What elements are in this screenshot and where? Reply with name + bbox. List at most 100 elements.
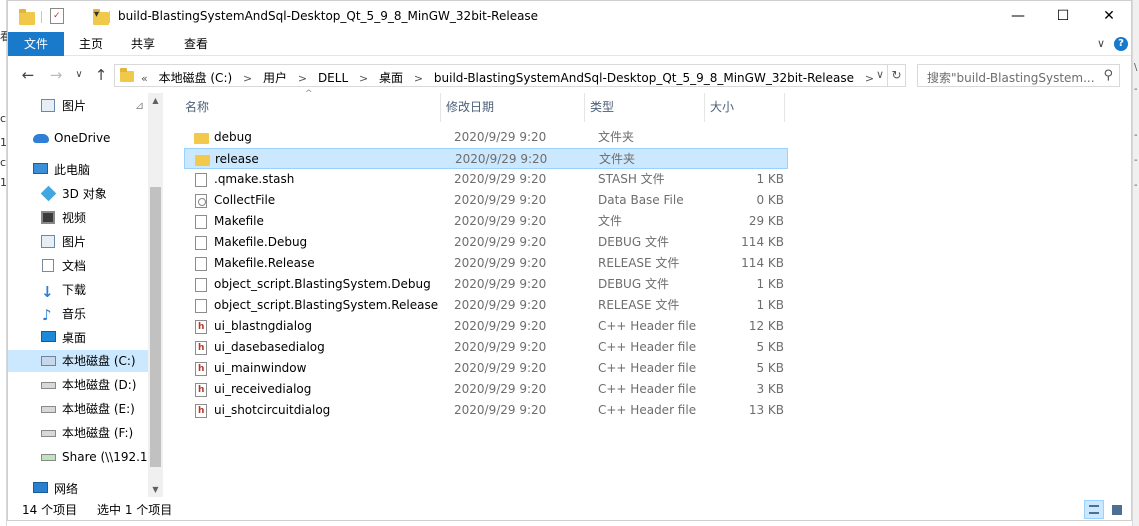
search-input[interactable]: 搜索"build-BlastingSystem... ⚲ [917, 64, 1120, 87]
column-divider[interactable] [440, 93, 441, 122]
crumb-users[interactable]: 用户 [263, 71, 287, 85]
nav-pane-scrollbar[interactable]: ▲ ▼ [148, 93, 163, 497]
file-row[interactable]: object_script.BlastingSystem.Debug 2020/9… [184, 274, 788, 295]
nav-item-label: 本地磁盘 (F:) [62, 426, 134, 440]
nav-item-pictures[interactable]: 图片 [8, 231, 148, 253]
file-icon [195, 278, 207, 292]
file-name: ui_blastngdialog [214, 319, 313, 333]
crumb-drive-c[interactable]: 本地磁盘 (C:) [159, 71, 233, 85]
column-divider[interactable] [704, 93, 705, 122]
column-divider[interactable] [584, 93, 585, 122]
file-date: 2020/9/29 9:20 [454, 340, 547, 354]
nav-item-documents[interactable]: 文档 [8, 255, 148, 277]
quick-access-dropdown[interactable]: ▾ [94, 9, 99, 27]
file-size: 29 KB [748, 214, 784, 228]
crumb-desktop[interactable]: 桌面 [379, 71, 403, 85]
file-row[interactable]: .qmake.stash 2020/9/29 9:20 STASH 文件 1 KB [184, 169, 788, 190]
forward-button[interactable]: → [46, 65, 66, 85]
chevron-right-icon[interactable]: > [298, 72, 307, 85]
file-row[interactable]: object_script.BlastingSystem.Release 2020… [184, 295, 788, 316]
nav-item-share[interactable]: Share (\\192.16 [8, 446, 148, 468]
nav-item-drive-f[interactable]: 本地磁盘 (F:) [8, 422, 148, 444]
nav-item-label: 视频 [62, 211, 87, 225]
scroll-up-arrow-icon[interactable]: ▲ [148, 96, 163, 105]
file-date: 2020/9/29 9:20 [454, 193, 547, 207]
file-row[interactable]: Makefile.Release 2020/9/29 9:20 RELEASE 文件… [184, 253, 788, 274]
nav-item-drive-e[interactable]: 本地磁盘 (E:) [8, 398, 148, 420]
crumb-dell[interactable]: DELL [318, 71, 348, 85]
file-row[interactable]: Makefile 2020/9/29 9:20 文件 29 KB [184, 211, 788, 232]
close-button[interactable]: ✕ [1086, 1, 1132, 32]
column-header-date[interactable]: 修改日期 [446, 98, 494, 115]
up-button[interactable]: ↑ [91, 65, 111, 85]
nav-item-downloads[interactable]: ↓ 下载 [8, 279, 148, 301]
nav-item-network[interactable]: 网络 [8, 478, 148, 497]
file-row[interactable]: Makefile.Debug 2020/9/29 9:20 DEBUG 文件 114 … [184, 232, 788, 253]
nav-item-onedrive[interactable]: OneDrive [8, 127, 148, 149]
drive-icon [41, 406, 56, 413]
folder-icon [195, 155, 210, 166]
search-icon[interactable]: ⚲ [1103, 68, 1113, 83]
file-row[interactable]: ui_dasebasedialog 2020/9/29 9:20 C++ Heade… [184, 337, 788, 359]
chevron-right-icon[interactable]: > [359, 72, 368, 85]
backdrop-char: c [0, 156, 7, 169]
network-drive-icon [41, 454, 56, 461]
overflow-chevron[interactable]: « [141, 72, 148, 85]
address-bar[interactable]: « 本地磁盘 (C:) > 用户 > DELL > 桌面 > build-Bla… [114, 64, 888, 87]
this-pc-icon [33, 163, 48, 174]
back-button[interactable]: ← [18, 65, 38, 85]
details-view-button[interactable] [1084, 500, 1104, 519]
file-date: 2020/9/29 9:20 [454, 214, 547, 228]
large-icons-view-button[interactable] [1107, 500, 1127, 519]
scroll-down-arrow-icon[interactable]: ▼ [148, 485, 163, 494]
file-row[interactable]: ui_receivedialog 2020/9/29 9:20 C++ Header… [184, 379, 788, 401]
scrollbar-thumb[interactable] [150, 187, 161, 467]
recent-locations-button[interactable]: ∨ [69, 65, 89, 85]
pictures-icon [41, 235, 55, 248]
file-row[interactable]: ui_shotcircuitdialog 2020/9/29 9:20 C++ He… [184, 400, 788, 422]
desktop-icon [41, 331, 56, 342]
maximize-button[interactable]: ☐ [1040, 1, 1086, 32]
file-name: Makefile [214, 214, 264, 228]
tab-home[interactable]: 主页 [74, 32, 108, 56]
nav-item-pictures-pinned[interactable]: 图片 ⊿ [8, 95, 148, 117]
ribbon-tabs: 文件 主页 共享 查看 ∨ ? [8, 32, 1131, 56]
backdrop-char: - [1134, 180, 1138, 191]
file-name: release [215, 152, 259, 166]
crumb-build-folder[interactable]: build-BlastingSystemAndSql-Desktop_Qt_5_… [434, 71, 854, 85]
column-header-type[interactable]: 类型 [590, 98, 614, 115]
file-row[interactable]: CollectFile 2020/9/29 9:20 Data Base File 0… [184, 190, 788, 211]
chevron-right-icon[interactable]: > [243, 72, 252, 85]
column-divider[interactable] [784, 93, 785, 122]
nav-item-videos[interactable]: 视频 [8, 207, 148, 229]
nav-item-drive-d[interactable]: 本地磁盘 (D:) [8, 374, 148, 396]
tab-file[interactable]: 文件 [8, 32, 64, 56]
ribbon-expand-button[interactable]: ∨ [1097, 37, 1105, 50]
help-icon[interactable]: ? [1114, 37, 1128, 51]
column-header-name[interactable]: 名称 [185, 98, 209, 115]
file-row[interactable]: ui_blastngdialog 2020/9/29 9:20 C++ Header… [184, 316, 788, 338]
chevron-right-icon[interactable]: > [865, 72, 874, 85]
pictures-icon [41, 99, 55, 112]
file-row[interactable]: debug 2020/9/29 9:20 文件夹 [184, 127, 788, 148]
nav-item-desktop[interactable]: 桌面 [8, 327, 148, 349]
nav-item-this-pc[interactable]: 此电脑 [8, 159, 148, 181]
file-date: 2020/9/29 9:20 [454, 361, 547, 375]
file-type: RELEASE 文件 [598, 256, 680, 270]
file-row[interactable]: ui_mainwindow 2020/9/29 9:20 C++ Header fi… [184, 358, 788, 380]
nav-item-music[interactable]: ♪ 音乐 [8, 303, 148, 325]
refresh-button[interactable]: ↻ [888, 64, 906, 87]
properties-checklist-icon[interactable]: ✓ [50, 8, 64, 24]
nav-item-drive-c[interactable]: 本地磁盘 (C:) [8, 350, 148, 372]
file-row[interactable]: release 2020/9/29 9:20 文件夹 [184, 148, 788, 169]
chevron-right-icon[interactable]: > [414, 72, 423, 85]
nav-item-3d-objects[interactable]: 3D 对象 [8, 183, 148, 205]
music-icon: ♪ [42, 306, 52, 324]
3d-objects-icon [40, 185, 57, 202]
column-header-size[interactable]: 大小 [710, 98, 734, 115]
tab-share[interactable]: 共享 [126, 32, 160, 56]
tab-view[interactable]: 查看 [179, 32, 213, 56]
file-type: C++ Header file [598, 382, 697, 396]
minimize-button[interactable]: — [995, 1, 1041, 32]
address-dropdown-button[interactable]: ∨ [876, 68, 884, 81]
